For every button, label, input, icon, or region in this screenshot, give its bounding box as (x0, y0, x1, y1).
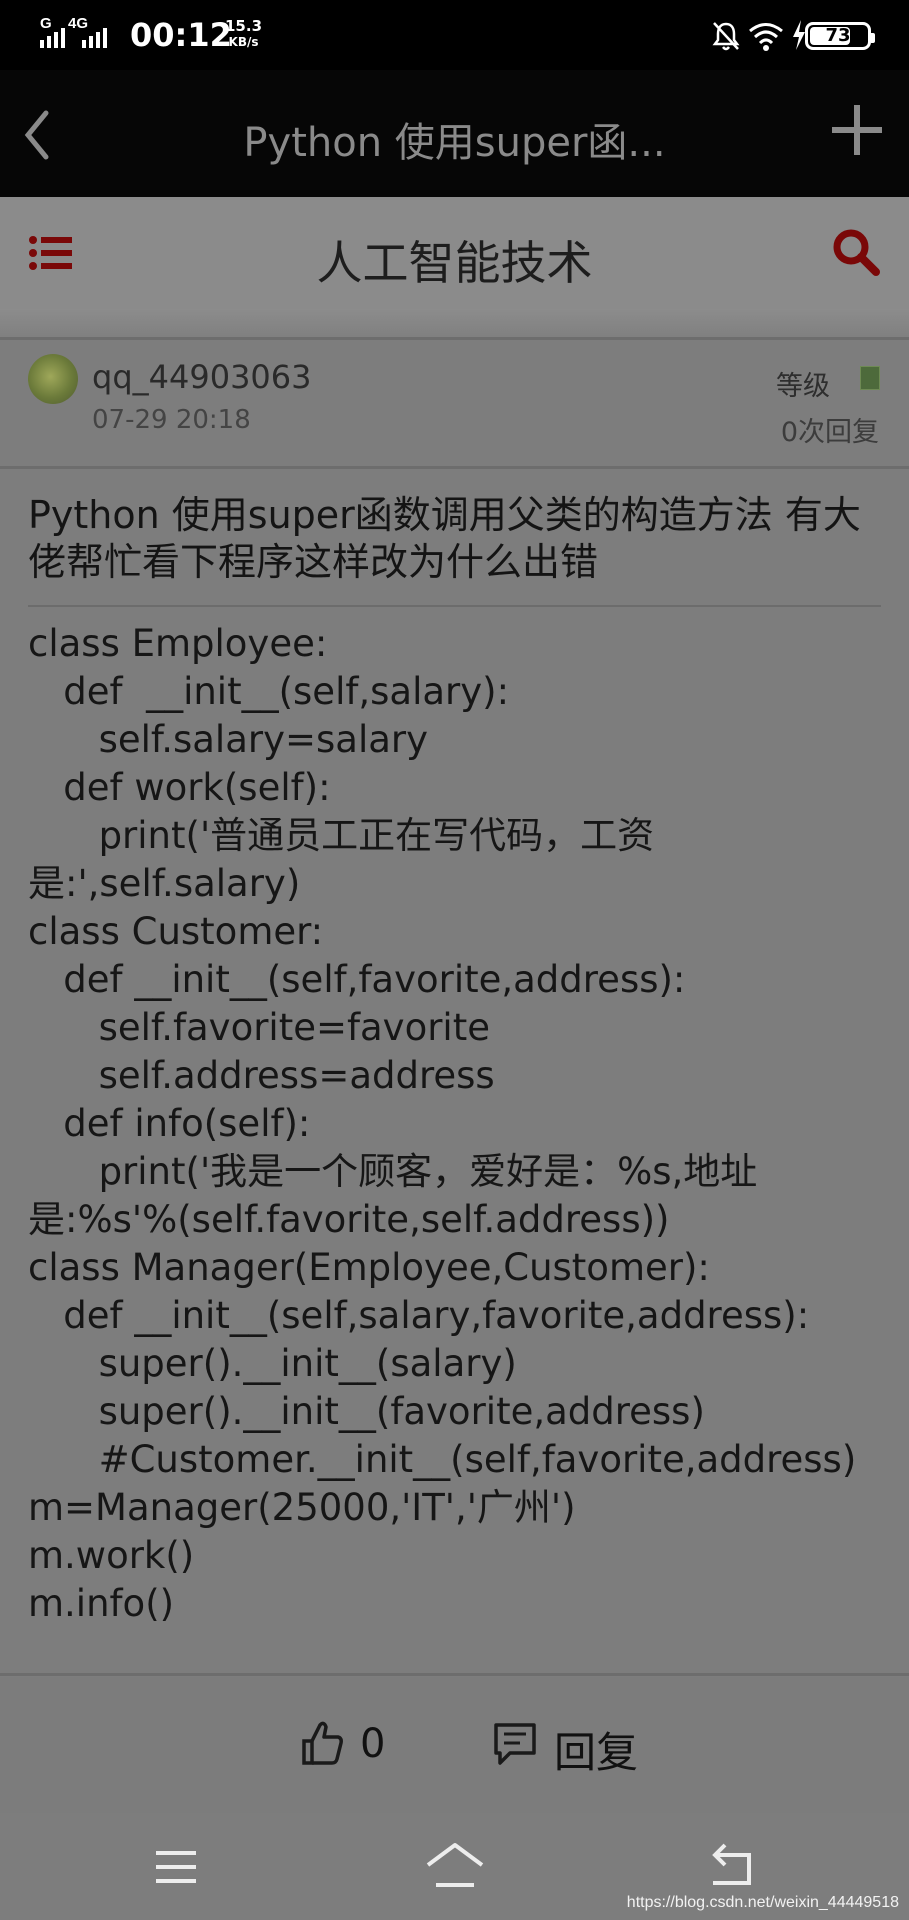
network-speed: 15.3 KB/s (225, 18, 262, 50)
post-time: 07-29 20:18 (92, 405, 251, 435)
post-body-line: def work(self): (28, 766, 331, 809)
forum-title: 人工智能技术 (316, 236, 593, 290)
thumbs-up-icon (302, 1721, 343, 1765)
reply-count: 0次回复 (780, 417, 879, 448)
page-title: Python 使用super函... (243, 120, 666, 166)
post-body-line: class Customer: (28, 910, 324, 953)
app-title-bar: Python 使用super函... (0, 70, 909, 197)
post-body-line: self.address=address (28, 1054, 495, 1097)
divider (0, 466, 909, 469)
reply-button[interactable]: 回复 (492, 1717, 672, 1777)
network-speed-unit: KB/s (228, 35, 259, 49)
watermark: https://blog.csdn.net/weixin_44449518 (626, 1894, 899, 1911)
back-button[interactable] (18, 105, 68, 165)
post-body-line: m.info() (28, 1582, 175, 1625)
like-count: 0 (360, 1721, 386, 1767)
nav-back-button[interactable] (705, 1841, 755, 1891)
plus-icon (832, 105, 882, 155)
post-body-line: 是:',self.salary) (28, 862, 301, 905)
level-label: 等级 (776, 371, 830, 402)
mute-bell-icon (712, 22, 740, 51)
avatar[interactable] (28, 354, 78, 404)
post-body-line: super().__init__(salary) (28, 1342, 517, 1385)
search-button[interactable] (831, 227, 881, 277)
title-divider (28, 605, 881, 607)
add-button[interactable] (827, 100, 887, 160)
wifi-icon (749, 23, 783, 51)
reply-label: 回复 (554, 1728, 639, 1777)
post-title: Python 使用super函数调用父类的构造方法 有大佬帮忙看下程序这样改为什… (28, 493, 861, 584)
menu-icon (156, 1851, 196, 1883)
divider (0, 1673, 909, 1676)
post-body-line: class Manager(Employee,Customer): (28, 1246, 710, 1289)
return-icon (712, 1843, 751, 1885)
search-icon (833, 229, 880, 276)
post-body-line: m=Manager(25000,'IT','广州') (28, 1486, 576, 1529)
post-body-line: print('我是一个顾客，爱好是：%s,地址 (28, 1150, 758, 1193)
post-body-line: self.salary=salary (28, 718, 429, 761)
status-bar: G 4G 00:12 15.3 KB/s 73 (0, 0, 909, 70)
status-icons: 73 (711, 18, 875, 54)
status-time: 00:12 (130, 16, 232, 54)
post-body-line: self.favorite=favorite (28, 1006, 490, 1049)
post-body-line: print('普通员工正在写代码，工资 (28, 814, 655, 857)
action-bar: 0 回复 (0, 1677, 909, 1813)
divider (0, 337, 909, 340)
network-speed-value: 15.3 (225, 17, 263, 35)
post-body-line: def __init__(self,favorite,address): (28, 958, 686, 1001)
svg-text:4G: 4G (68, 15, 88, 32)
post-body-line: m.work() (28, 1534, 195, 1577)
level-badge-icon (860, 366, 880, 390)
battery-level: 73 (825, 25, 851, 46)
comment-icon (494, 1723, 536, 1765)
svg-text:G: G (40, 15, 52, 32)
post-body-line: #Customer.__init__(self,favorite,address… (28, 1438, 857, 1481)
battery-icon: 73 (805, 22, 875, 50)
post-body-line: def info(self): (28, 1102, 311, 1145)
username[interactable]: qq_44903063 (92, 358, 312, 396)
post-body-line: class Employee: (28, 622, 328, 665)
header-shadow (0, 309, 909, 339)
home-icon (426, 1843, 484, 1887)
forum-header: 人工智能技术 (0, 197, 909, 309)
post-body: class Employee: def __init__(self,salary… (28, 620, 888, 1628)
post-body-line: def __init__(self,salary): (28, 670, 510, 713)
post-body-line: 是:%s'%(self.favorite,self.address)) (28, 1198, 670, 1241)
signal-icon: G 4G (38, 14, 122, 52)
chevron-left-icon (24, 110, 49, 160)
post-body-line: def __init__(self,salary,favorite,addres… (28, 1294, 810, 1337)
recent-apps-button[interactable] (152, 1847, 200, 1887)
post-body-line: super().__init__(favorite,address) (28, 1390, 705, 1433)
home-button[interactable] (424, 1841, 486, 1891)
system-nav-bar: https://blog.csdn.net/weixin_44449518 (0, 1813, 909, 1920)
